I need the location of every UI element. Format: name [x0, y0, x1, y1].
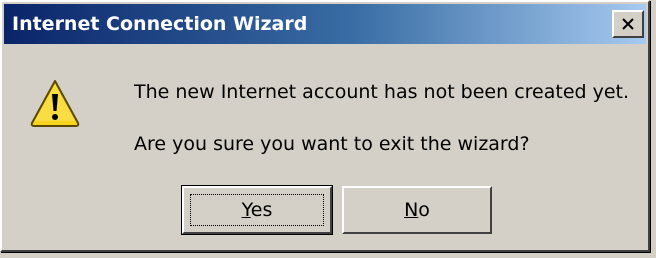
message-line-2: Are you sure you want to exit the wizard… [134, 133, 530, 155]
message-line-1: The new Internet account has not been cr… [134, 81, 630, 103]
warning-icon [30, 80, 80, 127]
no-button-label: No [404, 199, 430, 221]
title-bar[interactable]: Internet Connection Wizard [4, 4, 646, 44]
dialog-title: Internet Connection Wizard [12, 13, 308, 35]
yes-button[interactable]: Yes [181, 185, 333, 235]
no-label-rest: o [418, 199, 430, 221]
close-button[interactable] [612, 10, 644, 38]
dialog-content: The new Internet account has not been cr… [4, 46, 646, 248]
close-icon [622, 18, 634, 30]
focus-ring [190, 194, 324, 226]
dialog-window: Internet Connection Wizard The new Inter… [0, 0, 650, 252]
no-button[interactable]: No [342, 186, 492, 234]
no-accelerator: N [404, 199, 419, 221]
